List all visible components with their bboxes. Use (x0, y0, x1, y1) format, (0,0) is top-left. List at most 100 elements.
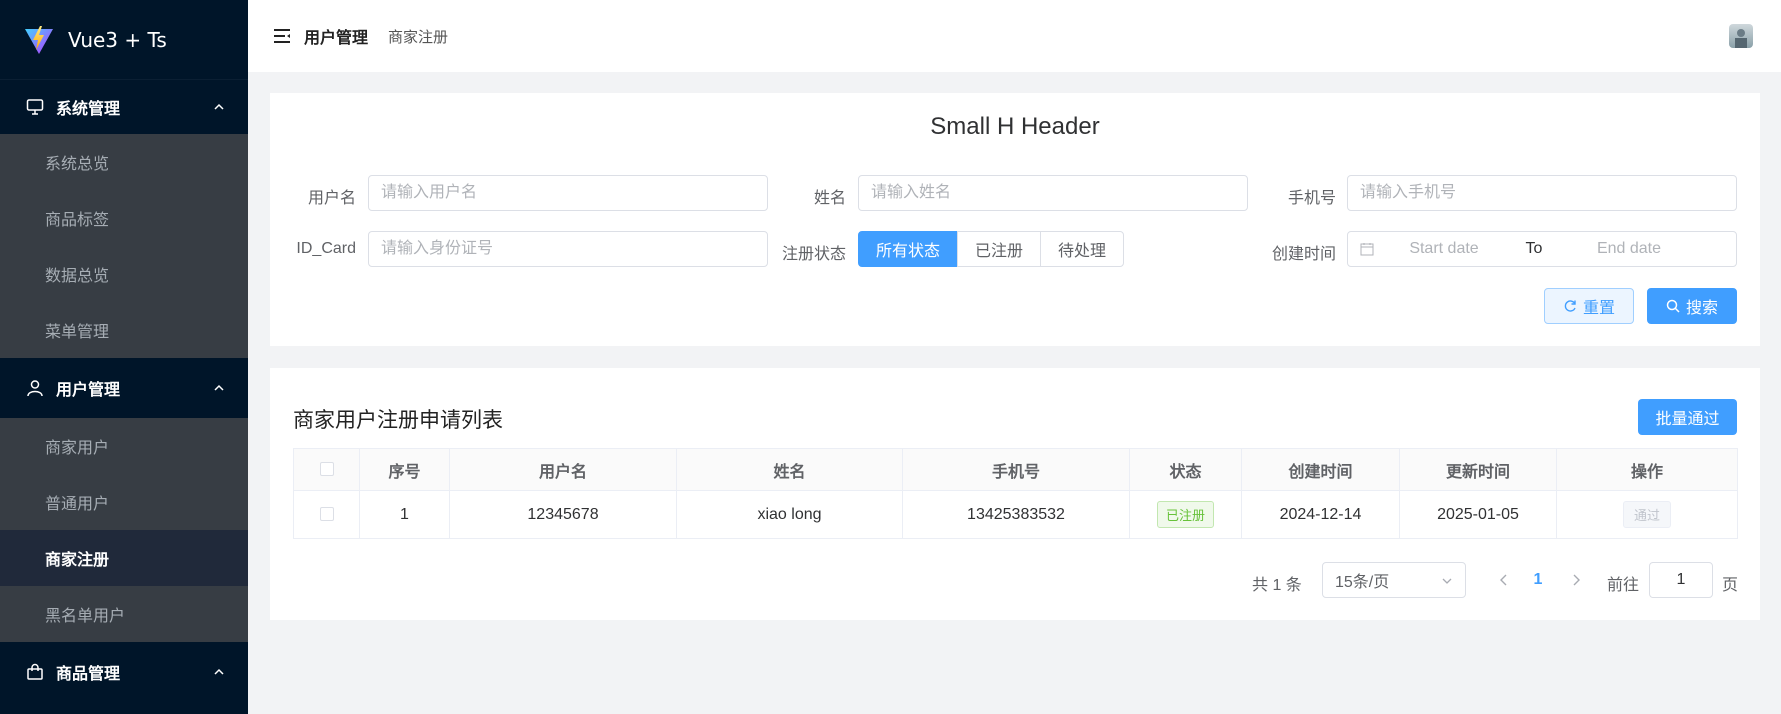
approve-button[interactable]: 通过 (1622, 501, 1671, 528)
prev-page-icon[interactable] (1496, 572, 1512, 588)
column-header: 操作 (1556, 448, 1738, 491)
next-page-icon[interactable] (1568, 572, 1584, 588)
status-badge: 已注册 (1156, 501, 1214, 528)
menu-group-system[interactable]: 系统管理 (0, 80, 248, 134)
status-option-pending[interactable]: 待处理 (1040, 231, 1125, 267)
search-icon (1666, 299, 1680, 313)
sidebar-item-label: 黑名单用户 (45, 608, 126, 625)
column-header: 姓名 (676, 448, 903, 491)
cell-updated: 2025-01-05 (1399, 490, 1557, 539)
sidebar-item-data-overview[interactable]: 数据总览 (0, 246, 248, 302)
cell-created: 2024-12-14 (1241, 490, 1400, 539)
page-suffix: 页 (1722, 577, 1739, 594)
menu-group-label: 系统管理 (56, 101, 121, 118)
table-header-row: 序号 用户名 姓名 手机号 状态 创建时间 更新时间 操作 (293, 448, 1738, 491)
menu-fold-icon[interactable] (272, 26, 292, 46)
date-range-picker[interactable]: Start date To End date (1347, 231, 1737, 267)
phone-input[interactable] (1347, 175, 1737, 211)
sidebar-item-menu-manage[interactable]: 菜单管理 (0, 302, 248, 358)
sidebar-item-label: 商品标签 (45, 212, 110, 229)
table-row: 1 12345678 xiao long 13425383532 已注册 202… (293, 490, 1738, 539)
column-header: 手机号 (902, 448, 1130, 491)
sidebar-item-merchant-users[interactable]: 商家用户 (0, 418, 248, 474)
sidebar-item-label: 商家注册 (45, 552, 110, 569)
status-option-all[interactable]: 所有状态 (858, 231, 959, 267)
cell-phone: 13425383532 (902, 490, 1130, 539)
idcard-label: ID_Card (296, 240, 356, 257)
cell-status: 已注册 (1129, 490, 1242, 539)
status-segmented: 所有状态 已注册 待处理 (858, 231, 1125, 267)
current-page-number[interactable]: 1 (1528, 571, 1548, 589)
name-input[interactable] (858, 175, 1248, 211)
search-label: 搜索 (1685, 300, 1718, 317)
select-all-checkbox[interactable] (319, 462, 334, 477)
reset-button[interactable]: 重置 (1544, 288, 1634, 324)
sidebar-item-system-overview[interactable]: 系统总览 (0, 134, 248, 190)
cell-name: xiao long (676, 490, 903, 539)
created-time-label: 创建时间 (1271, 246, 1336, 263)
goto-page-input[interactable] (1649, 562, 1713, 598)
cell-index: 1 (359, 490, 450, 539)
menu-group-label: 商品管理 (56, 666, 121, 683)
phone-label: 手机号 (1287, 190, 1336, 207)
top-header: 用户管理 商家注册 (248, 0, 1781, 72)
search-button[interactable]: 搜索 (1647, 288, 1737, 324)
chevron-up-icon (214, 384, 224, 391)
vite-logo-icon (25, 25, 53, 54)
column-header: 用户名 (449, 448, 677, 491)
pagination: 共 1 条 15条/页 1 前往 页 (270, 562, 1760, 598)
pagination-total: 共 1 条 (1252, 577, 1302, 594)
idcard-input[interactable] (368, 231, 768, 267)
select-all-cell (293, 448, 360, 491)
row-checkbox[interactable] (319, 507, 334, 522)
menu-group-users[interactable]: 用户管理 (0, 358, 248, 418)
form-title: Small H Header (930, 113, 1100, 140)
menu-group-products[interactable]: 商品管理 (0, 642, 248, 702)
reset-label: 重置 (1582, 300, 1615, 317)
menu-group-label: 用户管理 (56, 382, 121, 399)
monitor-icon (26, 97, 46, 117)
row-select-cell (293, 490, 360, 539)
app-title: Vue3 + Ts (68, 27, 167, 52)
sidebar: Vue3 + Ts 系统管理 系统总览 商品标签 数据总览 菜单管理 用户管理 … (0, 0, 248, 714)
breadcrumb-parent[interactable]: 用户管理 (304, 24, 368, 48)
chevron-up-icon (214, 103, 224, 110)
sidebar-item-product-tags[interactable]: 商品标签 (0, 190, 248, 246)
date-range-separator: To (1525, 240, 1543, 257)
sidebar-item-merchant-register[interactable]: 商家注册 (0, 530, 248, 586)
search-form-card: Small H Header 用户名 姓名 手机号 ID_Card 注册状态 所… (270, 93, 1760, 346)
name-label: 姓名 (813, 190, 846, 207)
goto-label: 前往 (1607, 577, 1640, 594)
column-header: 更新时间 (1399, 448, 1557, 491)
column-header: 序号 (359, 448, 450, 491)
breadcrumb-current: 商家注册 (388, 28, 449, 46)
chevron-down-icon (1442, 578, 1452, 584)
username-input[interactable] (368, 175, 768, 211)
table-title: 商家用户注册申请列表 (293, 409, 503, 432)
status-option-registered[interactable]: 已注册 (957, 231, 1042, 267)
date-start-placeholder[interactable]: Start date (1374, 240, 1514, 258)
sidebar-item-label: 普通用户 (45, 496, 110, 513)
username-label: 用户名 (307, 190, 356, 207)
avatar[interactable] (1729, 24, 1753, 48)
shopping-bag-icon (26, 662, 46, 682)
chevron-up-icon (214, 668, 224, 675)
refresh-icon (1564, 300, 1576, 312)
status-label: 注册状态 (781, 246, 846, 263)
sidebar-item-normal-users[interactable]: 普通用户 (0, 474, 248, 530)
page-size-select[interactable]: 15条/页 (1322, 562, 1466, 598)
page-size-value: 15条/页 (1335, 574, 1390, 591)
table-card: 商家用户注册申请列表 批量通过 序号 用户名 姓名 手机号 状态 创建时间 更新… (270, 368, 1760, 620)
sidebar-item-label: 商家用户 (45, 440, 110, 457)
batch-approve-button[interactable]: 批量通过 (1638, 399, 1737, 435)
column-header: 创建时间 (1241, 448, 1400, 491)
date-end-placeholder[interactable]: End date (1554, 240, 1704, 258)
sidebar-item-label: 菜单管理 (45, 324, 110, 341)
sidebar-item-label: 系统总览 (45, 156, 110, 173)
sidebar-item-label: 数据总览 (45, 268, 110, 285)
user-icon (26, 378, 46, 398)
registration-table: 序号 用户名 姓名 手机号 状态 创建时间 更新时间 操作 1 12345678… (293, 448, 1738, 539)
calendar-icon (1360, 243, 1374, 256)
sidebar-item-blacklist-users[interactable]: 黑名单用户 (0, 586, 248, 642)
app-logo[interactable]: Vue3 + Ts (0, 0, 248, 80)
